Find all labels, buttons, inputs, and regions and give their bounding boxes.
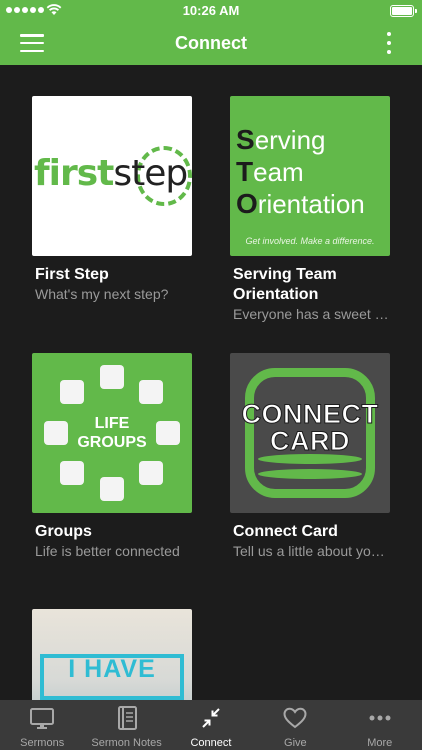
card-connect-card[interactable]: CONNECT CARD Connect Card Tell us a littl… bbox=[230, 353, 391, 560]
overflow-menu-icon[interactable] bbox=[386, 32, 392, 54]
tab-more[interactable]: More bbox=[338, 700, 422, 750]
card-subtitle: Everyone has a sweet spot bbox=[233, 306, 391, 322]
life-groups-label: LIFE GROUPS bbox=[77, 415, 147, 451]
tab-label: Sermons bbox=[20, 737, 65, 749]
card-serving-team-orientation[interactable]: Serving Team Orientation Get involved. M… bbox=[230, 96, 391, 323]
notebook-icon bbox=[117, 706, 137, 730]
tab-label: More bbox=[367, 737, 393, 749]
group-square bbox=[60, 380, 84, 404]
i-have-decided-image: I HAVE bbox=[32, 609, 192, 700]
orientation-line: Orientation bbox=[236, 188, 365, 219]
first-step-image: firststep bbox=[32, 96, 192, 256]
team-line: Team bbox=[236, 156, 304, 187]
card-subtitle: Life is better connected bbox=[35, 543, 180, 559]
group-square bbox=[100, 477, 124, 501]
card-title: Connect Card bbox=[233, 523, 338, 540]
i-have-text: I HAVE bbox=[68, 655, 156, 683]
nav-bar: Connect bbox=[0, 22, 422, 65]
card-i-have-decided[interactable]: I HAVE bbox=[32, 609, 192, 700]
heart-icon bbox=[283, 707, 307, 729]
group-square bbox=[139, 380, 163, 404]
tab-label: Connect bbox=[190, 737, 232, 749]
more-dots-icon bbox=[369, 715, 391, 721]
connect-arrows-icon bbox=[202, 708, 220, 728]
tab-give[interactable]: Give bbox=[253, 700, 337, 750]
tab-sermons[interactable]: Sermons bbox=[0, 700, 84, 750]
serving-line: Serving bbox=[236, 124, 326, 155]
status-bar: 10:26 AM bbox=[0, 0, 422, 22]
page-title: Connect bbox=[175, 33, 247, 53]
group-square bbox=[100, 365, 124, 389]
card-groups[interactable]: LIFE GROUPS Groups Life is better connect… bbox=[32, 353, 192, 560]
card-title: Serving Team Orientation bbox=[233, 266, 337, 303]
card-first-step[interactable]: firststep First Step What's my next step… bbox=[32, 96, 192, 303]
tab-connect[interactable]: Connect bbox=[169, 700, 253, 750]
connect-grid: firststep First Step What's my next step… bbox=[0, 65, 422, 700]
first-step-logo-text: firststep bbox=[34, 153, 188, 194]
tab-label: Give bbox=[284, 737, 307, 749]
green-band bbox=[258, 469, 362, 479]
status-time: 10:26 AM bbox=[182, 3, 240, 18]
tab-label: Sermon Notes bbox=[91, 737, 162, 749]
connect-card-logo-text: CONNECT CARD bbox=[241, 399, 379, 456]
serving-team-image: Serving Team Orientation Get involved. M… bbox=[230, 96, 390, 256]
card-subtitle: Tell us a little about yourself bbox=[233, 543, 391, 559]
battery-icon bbox=[390, 5, 417, 17]
group-square bbox=[139, 461, 163, 485]
life-groups-image: LIFE GROUPS bbox=[32, 353, 192, 513]
tab-bar: Sermons Sermon Notes Connect Give More bbox=[0, 700, 422, 750]
card-title: First Step bbox=[35, 266, 109, 283]
card-title: Groups bbox=[35, 523, 92, 540]
tab-sermon-notes[interactable]: Sermon Notes bbox=[84, 700, 168, 750]
group-square bbox=[60, 461, 84, 485]
connect-card-image: CONNECT CARD bbox=[230, 353, 390, 513]
card-subtitle: What's my next step? bbox=[35, 286, 169, 302]
serving-tagline: Get involved. Make a difference. bbox=[245, 236, 375, 246]
monitor-icon bbox=[30, 708, 55, 729]
